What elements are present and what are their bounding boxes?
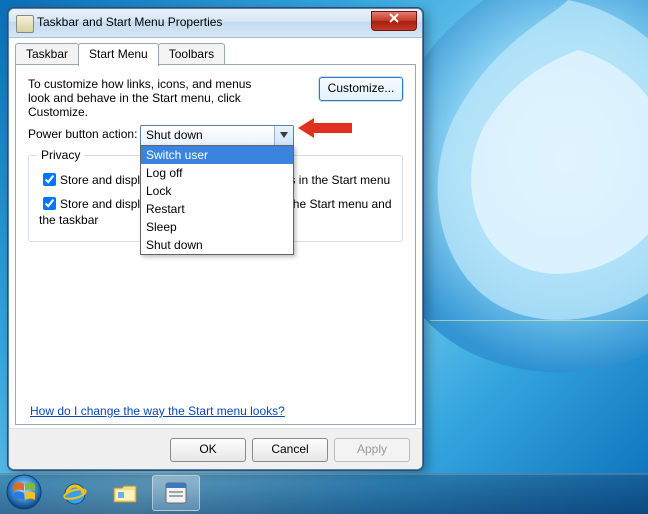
checkbox-programs-input[interactable] [43, 173, 56, 186]
power-option-shut-down[interactable]: Shut down [141, 236, 293, 254]
customize-button[interactable]: Customize... [319, 77, 403, 101]
properties-dialog: Taskbar and Start Menu Properties Taskba… [8, 8, 423, 470]
tab-strip: TaskbarStart MenuToolbars [15, 43, 416, 65]
tab-taskbar[interactable]: Taskbar [15, 43, 79, 64]
cancel-button[interactable]: Cancel [252, 438, 328, 462]
tab-panel-start-menu: To customize how links, icons, and menus… [15, 64, 416, 425]
folder-icon [112, 481, 138, 507]
power-option-sleep[interactable]: Sleep [141, 218, 293, 236]
privacy-legend: Privacy [37, 148, 84, 162]
properties-window-icon [163, 480, 189, 506]
window-title: Taskbar and Start Menu Properties [37, 15, 222, 29]
ok-button[interactable]: OK [170, 438, 246, 462]
internet-explorer-icon [62, 481, 88, 507]
checkbox-items-input[interactable] [43, 197, 56, 210]
taskbar[interactable] [0, 473, 648, 514]
apply-button: Apply [334, 438, 410, 462]
start-button[interactable] [4, 472, 44, 512]
power-option-switch-user[interactable]: Switch user [141, 146, 293, 164]
taskbar-item-explorer[interactable] [102, 477, 148, 511]
power-option-restart[interactable]: Restart [141, 200, 293, 218]
close-button[interactable] [371, 11, 417, 31]
power-option-lock[interactable]: Lock [141, 182, 293, 200]
taskbar-item-properties[interactable] [152, 475, 200, 511]
tab-toolbars[interactable]: Toolbars [158, 43, 225, 64]
description-text: To customize how links, icons, and menus… [28, 77, 258, 119]
dialog-button-bar: OK Cancel Apply [9, 428, 422, 469]
power-action-label: Power button action: [28, 127, 137, 141]
power-action-dropdown[interactable]: Switch userLog offLockRestartSleepShut d… [140, 145, 294, 255]
combo-selected-text: Shut down [146, 128, 203, 142]
power-option-log-off[interactable]: Log off [141, 164, 293, 182]
chevron-down-icon[interactable] [274, 126, 293, 146]
client-area: TaskbarStart MenuToolbars To customize h… [15, 43, 416, 425]
desktop: Taskbar and Start Menu Properties Taskba… [0, 0, 648, 514]
wallpaper-highlight [430, 320, 648, 321]
power-action-combo[interactable]: Shut down [140, 125, 294, 147]
titlebar[interactable]: Taskbar and Start Menu Properties [9, 9, 422, 38]
app-icon [16, 15, 34, 33]
taskbar-item-ie[interactable] [52, 477, 98, 511]
help-link[interactable]: How do I change the way the Start menu l… [30, 404, 285, 418]
tab-start-menu[interactable]: Start Menu [78, 43, 159, 66]
